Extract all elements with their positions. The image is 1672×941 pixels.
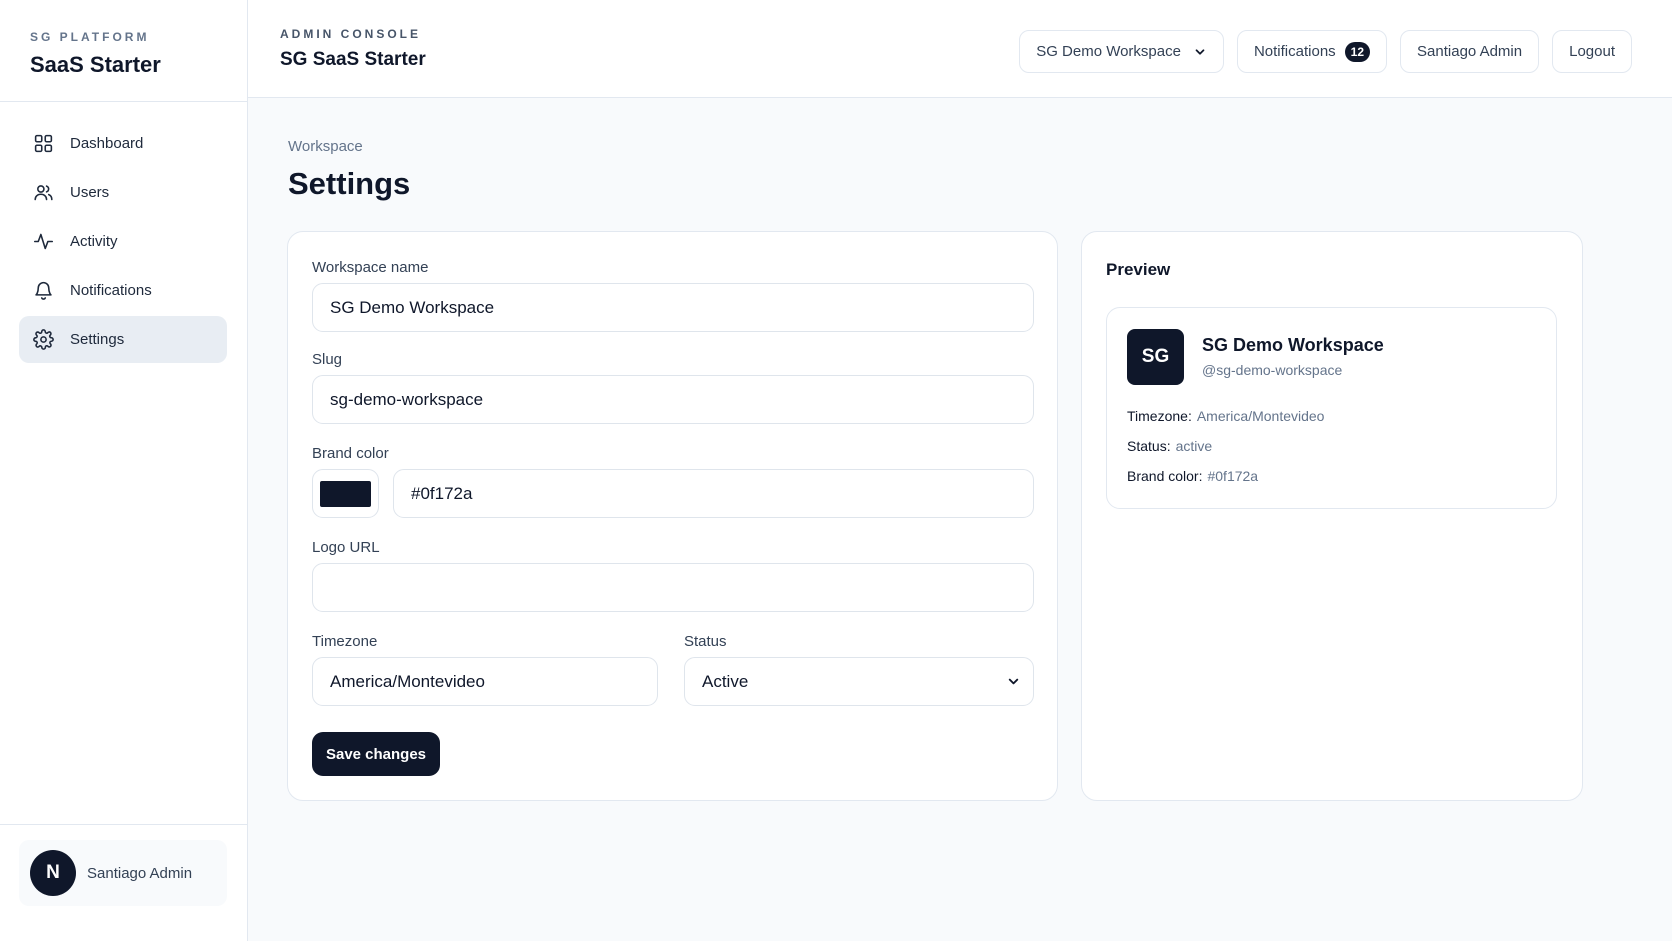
logo-url-input[interactable] <box>312 563 1034 612</box>
preview-workspace-name: SG Demo Workspace <box>1202 335 1384 355</box>
sidebar-footer: N Santiago Admin <box>0 824 247 941</box>
sidebar-item-label: Settings <box>70 331 125 348</box>
gear-icon <box>32 329 54 351</box>
sidebar-item-notifications[interactable]: Notifications <box>19 267 227 314</box>
logout-label: Logout <box>1569 43 1615 60</box>
save-button[interactable]: Save changes <box>312 732 440 776</box>
status-select-value: Active <box>702 671 749 691</box>
slug-input[interactable]: sg-demo-workspace <box>312 375 1034 424</box>
brand-color-input[interactable]: #0f172a <box>393 469 1034 518</box>
user-name: Santiago Admin <box>87 864 193 882</box>
header-title: SG SaaS Starter <box>280 49 426 70</box>
breadcrumb[interactable]: Workspace <box>288 138 363 155</box>
bell-icon <box>32 280 54 302</box>
workspace-preview: SG SG Demo Workspace @sg-demo-workspace … <box>1106 307 1557 509</box>
brand-title: SaaS Starter <box>30 52 161 77</box>
sidebar-brand: SG PLATFORM SaaS Starter <box>0 0 247 102</box>
timezone-input[interactable]: America/Montevideo <box>312 657 658 706</box>
preview-brand-color-label: Brand color: <box>1127 468 1203 484</box>
avatar: N <box>30 850 76 896</box>
sidebar-item-label: Dashboard <box>70 135 144 152</box>
brand-color-label: Brand color <box>312 445 389 462</box>
preview-timezone-row: Timezone: America/Montevideo <box>1127 408 1324 424</box>
chevron-down-icon <box>1006 674 1021 689</box>
timezone-value: America/Montevideo <box>330 671 485 691</box>
workspace-name-value: SG Demo Workspace <box>330 297 495 317</box>
chevron-down-icon <box>1193 45 1207 59</box>
slug-value: sg-demo-workspace <box>330 389 484 409</box>
user-menu-button[interactable]: Santiago Admin <box>1400 30 1540 73</box>
preview-workspace-slug: @sg-demo-workspace <box>1202 362 1343 378</box>
header-actions: SG Demo Workspace Notifications 12 Santi… <box>1019 30 1632 73</box>
sidebar-item-dashboard[interactable]: Dashboard <box>19 120 227 167</box>
brand-kicker: SG PLATFORM <box>30 30 150 44</box>
timezone-label: Timezone <box>312 633 378 650</box>
top-header: ADMIN CONSOLE SG SaaS Starter SG Demo Wo… <box>248 0 1672 98</box>
brand-color-swatch <box>320 480 371 507</box>
sidebar-item-label: Activity <box>70 233 118 250</box>
workspace-select[interactable]: SG Demo Workspace <box>1019 30 1224 73</box>
brand-color-picker[interactable] <box>312 469 379 518</box>
preview-card: Preview SG SG Demo Workspace @sg-demo-wo… <box>1081 231 1583 801</box>
workspace-logo-tile: SG <box>1127 329 1184 385</box>
activity-icon <box>32 231 54 253</box>
workspace-select-label: SG Demo Workspace <box>1036 43 1181 60</box>
workspace-name-label: Workspace name <box>312 259 429 276</box>
preview-status-label: Status: <box>1127 438 1171 454</box>
preview-status-value: active <box>1175 438 1213 454</box>
user-card[interactable]: N Santiago Admin <box>19 840 227 906</box>
sidebar-item-activity[interactable]: Activity <box>19 218 227 265</box>
dashboard-grid-icon <box>32 133 54 155</box>
sidebar-item-label: Users <box>70 184 110 201</box>
header-titles: ADMIN CONSOLE SG SaaS Starter <box>280 27 426 71</box>
workspace-name-input[interactable]: SG Demo Workspace <box>312 283 1034 332</box>
preview-title: Preview <box>1106 260 1171 279</box>
notifications-count-badge: 12 <box>1344 41 1371 62</box>
preview-timezone-label: Timezone: <box>1127 408 1192 424</box>
brand-color-value: #0f172a <box>411 483 473 503</box>
sidebar-item-settings[interactable]: Settings <box>19 316 227 363</box>
sidebar-item-label: Notifications <box>70 282 152 299</box>
status-select[interactable]: Active <box>684 657 1034 706</box>
sidebar-item-users[interactable]: Users <box>19 169 227 216</box>
users-icon <box>32 182 54 204</box>
header-kicker: ADMIN CONSOLE <box>280 27 421 41</box>
preview-brand-color-value: #0f172a <box>1207 468 1259 484</box>
preview-brand-color-row: Brand color: #0f172a <box>1127 468 1258 484</box>
page-title: Settings <box>288 166 411 201</box>
notifications-button[interactable]: Notifications 12 <box>1236 30 1388 73</box>
sidebar: SG PLATFORM SaaS Starter Dashboard Users… <box>0 0 248 941</box>
user-menu-label: Santiago Admin <box>1417 43 1523 60</box>
settings-form-card: Workspace name SG Demo Workspace Slug sg… <box>287 231 1058 801</box>
notifications-label: Notifications <box>1253 43 1336 60</box>
sidebar-nav: Dashboard Users Activity Notifications S… <box>0 102 247 363</box>
preview-status-row: Status: active <box>1127 438 1212 454</box>
logo-url-label: Logo URL <box>312 539 380 556</box>
preview-timezone-value: America/Montevideo <box>1196 408 1325 424</box>
status-label: Status <box>684 633 727 650</box>
slug-label: Slug <box>312 351 343 368</box>
logout-button[interactable]: Logout <box>1552 30 1632 73</box>
